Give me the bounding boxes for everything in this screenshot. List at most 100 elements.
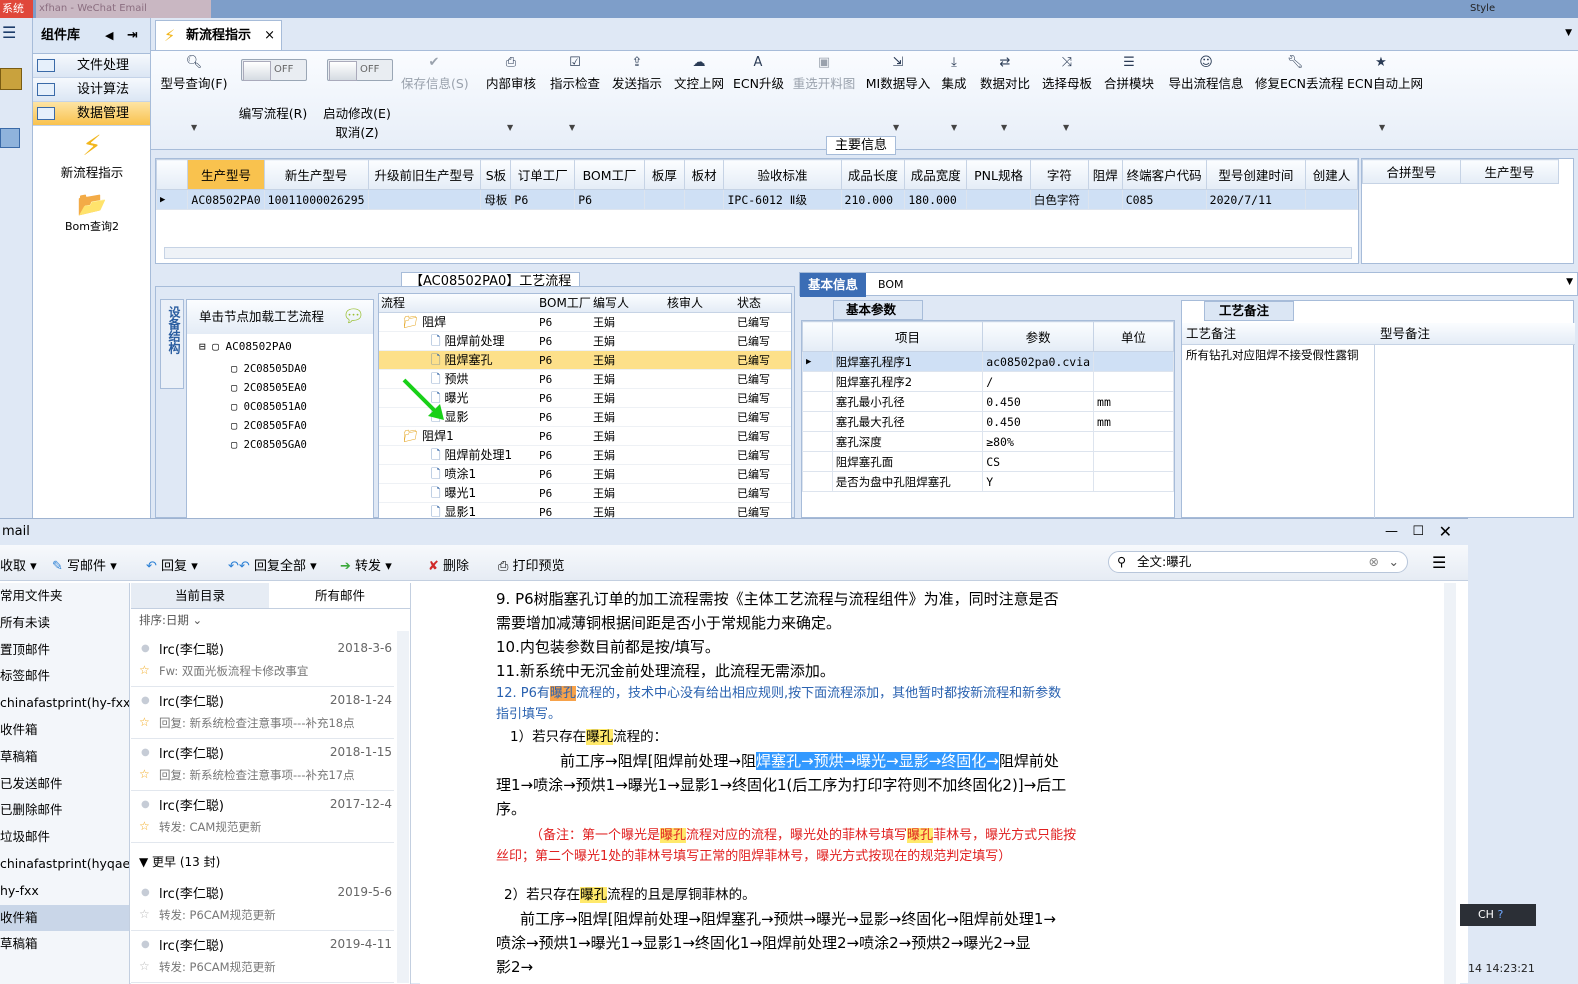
process-name-cell[interactable]: 🗋 曝光1 — [379, 484, 539, 502]
tab-bom[interactable]: BOM — [878, 273, 904, 297]
cell[interactable]: P6 — [539, 465, 593, 483]
cell[interactable] — [667, 332, 737, 350]
cell[interactable] — [667, 484, 737, 502]
col-header[interactable]: 验收标准 — [723, 159, 842, 190]
folder-item[interactable]: 垃圾邮件 — [0, 824, 129, 851]
print-preview-button[interactable]: ⎙ 打印预览 — [498, 555, 565, 574]
col-header[interactable]: 项目 — [831, 321, 984, 352]
cell[interactable] — [667, 370, 737, 388]
col-header[interactable]: 工艺备注 — [1186, 323, 1236, 345]
cell[interactable] — [667, 427, 737, 445]
cell[interactable]: 已编写 — [737, 465, 781, 483]
clear-icon[interactable]: ⊗ — [1369, 552, 1379, 572]
cell[interactable]: 王娟 — [593, 389, 667, 407]
tool-icon[interactable] — [0, 68, 22, 90]
col-header[interactable]: 型号备注 — [1380, 323, 1430, 345]
mi-import-button[interactable]: ⇲ MI数据导入 — [865, 55, 931, 92]
cell[interactable] — [643, 189, 685, 210]
star-icon[interactable]: ☆ — [139, 819, 150, 833]
chevron-down-icon[interactable]: ▼ — [507, 123, 513, 132]
list-item[interactable]: ● lrc(李仁聪) 2019-4-11 ☆ 转发: P6CAM规范更新 — [131, 931, 394, 983]
table-row[interactable]: 📁︎ 阻焊1 P6 王娟 已编写 — [379, 427, 791, 446]
col-header[interactable]: 新生产型号 — [263, 159, 369, 190]
table-row[interactable]: ▶ AC08502PA0 10011000026295 母板 P6 P6 IPC… — [156, 189, 1358, 210]
reader-scrollbar[interactable] — [1444, 583, 1456, 984]
cell[interactable]: P6 — [539, 332, 593, 350]
close-icon[interactable]: ✕ — [1439, 519, 1452, 545]
chevron-down-icon[interactable]: ▼ — [569, 123, 575, 132]
craft-note-text[interactable]: 所有钻孔对应阻焊不接受假性露铜 — [1186, 349, 1366, 362]
col-header[interactable]: 参数 — [982, 321, 1095, 352]
list-item[interactable]: ● lrc(李仁聪) 2018-3-6 ☆ Fw: 双面光板流程卡修改事宜 — [131, 635, 394, 687]
tree-node[interactable]: ▢ 2C08505EA0 — [231, 379, 307, 398]
folder-item[interactable]: 收件箱 — [0, 717, 129, 744]
cell[interactable] — [667, 408, 737, 426]
cell[interactable]: / — [982, 371, 1095, 392]
side-tab-equipment[interactable]: 设备结构 — [160, 299, 184, 389]
col-header[interactable]: 成品长度 — [840, 159, 906, 190]
big-item-new-flow[interactable]: ⚡ 新流程指示 — [33, 130, 151, 181]
cell[interactable]: C085 — [1121, 189, 1207, 210]
folder-item[interactable]: 已删除邮件 — [0, 797, 129, 824]
reselect-cut-button[interactable]: ▣ 重选开料图 — [791, 55, 857, 92]
cell[interactable]: 塞孔最小孔径 — [831, 391, 984, 412]
search-box[interactable]: ⚲ 全文:曝孔 ⊗ ⌄ — [1108, 551, 1408, 573]
table-row[interactable]: ▶ 阻焊塞孔程序1 ac08502pa0.cvia — [802, 351, 1174, 372]
cell[interactable]: 是否为盘中孔阻焊塞孔 — [831, 471, 984, 492]
chevron-down-icon[interactable]: ▼ — [951, 123, 957, 132]
maximize-icon[interactable]: ☐ — [1412, 519, 1424, 545]
compose-button[interactable]: ✎ 写邮件 ▾ — [52, 555, 117, 574]
cell[interactable]: 阻焊塞孔面 — [831, 451, 984, 472]
cell[interactable]: ac08502pa0.cvia — [982, 351, 1095, 372]
chevron-down-icon[interactable]: ▼ — [893, 123, 899, 132]
cell[interactable]: P6 — [539, 446, 593, 464]
taskbar-tab-left[interactable]: 系统 — [0, 0, 33, 18]
ecn-auto-online-button[interactable]: ★ ECN自动上网 — [1347, 55, 1423, 92]
sort-dropdown[interactable]: 排序:日期 ⌄ — [139, 612, 202, 628]
close-icon[interactable]: × — [264, 21, 275, 51]
col-header[interactable]: 单位 — [1093, 321, 1174, 352]
internal-review-button[interactable]: ⎙ 内部审核 — [483, 55, 539, 92]
table-row[interactable]: 🗋 显影1 P6 王娟 已编写 — [379, 503, 791, 518]
cell[interactable] — [1093, 431, 1174, 452]
collapse-icon[interactable]: ◀ — [105, 18, 113, 54]
cell[interactable]: 已编写 — [737, 446, 781, 464]
col-header[interactable]: 生产型号 — [187, 159, 265, 190]
style-menu[interactable]: Style — [1470, 3, 1495, 14]
ecn-upgrade-button[interactable]: A ECN升级 — [733, 55, 784, 92]
cell[interactable]: 阻焊塞孔程序1 — [831, 351, 984, 372]
minimize-icon[interactable]: — — [1385, 519, 1398, 545]
col-header[interactable]: 创建人 — [1305, 159, 1358, 190]
list-item[interactable]: ● lrc(李仁聪) 2018-1-15 ☆ 回复: 新系统检查注意事项---补充17点 — [131, 739, 394, 791]
folder-item[interactable]: chinafastprint(hy-fxx) — [0, 690, 129, 717]
cell[interactable]: Y — [982, 471, 1095, 492]
menu-icon[interactable]: ☰ — [2, 25, 16, 41]
cell[interactable]: 已编写 — [737, 370, 781, 388]
star-icon[interactable]: ☆ — [139, 959, 150, 973]
tree-node[interactable]: ▢ 0C085051A0 — [231, 398, 307, 417]
table-row[interactable]: 塞孔深度 ≥80% — [802, 431, 1174, 452]
process-name-cell[interactable]: 📁︎ 阻焊1 — [379, 427, 539, 445]
list-scrollbar[interactable] — [397, 631, 409, 983]
folder-item[interactable]: 常用文件夹 — [0, 583, 129, 610]
cell[interactable]: 阻焊塞孔程序2 — [831, 371, 984, 392]
folder-item[interactable]: 草稿箱 — [0, 744, 129, 771]
group-header[interactable]: ▼ 更早 (13 封) — [139, 853, 220, 870]
tab-basic-info[interactable]: 基本信息 — [800, 273, 867, 297]
table-row[interactable]: 塞孔最小孔径 0.450 mm — [802, 391, 1174, 412]
cell[interactable] — [667, 313, 737, 331]
cell[interactable]: P6 — [539, 427, 593, 445]
table-row[interactable]: 🗋 喷涂1 P6 王娟 已编写 — [379, 465, 791, 484]
table-row[interactable]: 📁︎ 阻焊 P6 王娟 已编写 — [379, 313, 791, 332]
list-item[interactable]: ● lrc(李仁聪) 2017-12-4 ☆ 转发: CAM规范更新 — [131, 791, 394, 843]
export-flow-button[interactable]: ☺ 导出流程信息 — [1167, 55, 1245, 92]
list-item[interactable]: ● lrc(李仁聪) 2019-5-6 ☆ 转发: P6CAM规范更新 — [131, 879, 394, 931]
select-master-button[interactable]: ⤨ 选择母板 — [1041, 55, 1093, 92]
col-header[interactable]: 升级前旧生产型号 — [367, 159, 482, 190]
cell[interactable]: 已编写 — [737, 313, 781, 331]
nav-item-file[interactable]: 文件处理 — [33, 54, 150, 78]
big-item-bom[interactable]: 📂 Bom查询2 — [33, 190, 151, 234]
folder-item[interactable]: 标签邮件 — [0, 663, 129, 690]
tab-craft-notes[interactable]: 工艺备注 — [1204, 301, 1294, 321]
receive-button[interactable]: 收取 ▾ — [0, 555, 37, 574]
